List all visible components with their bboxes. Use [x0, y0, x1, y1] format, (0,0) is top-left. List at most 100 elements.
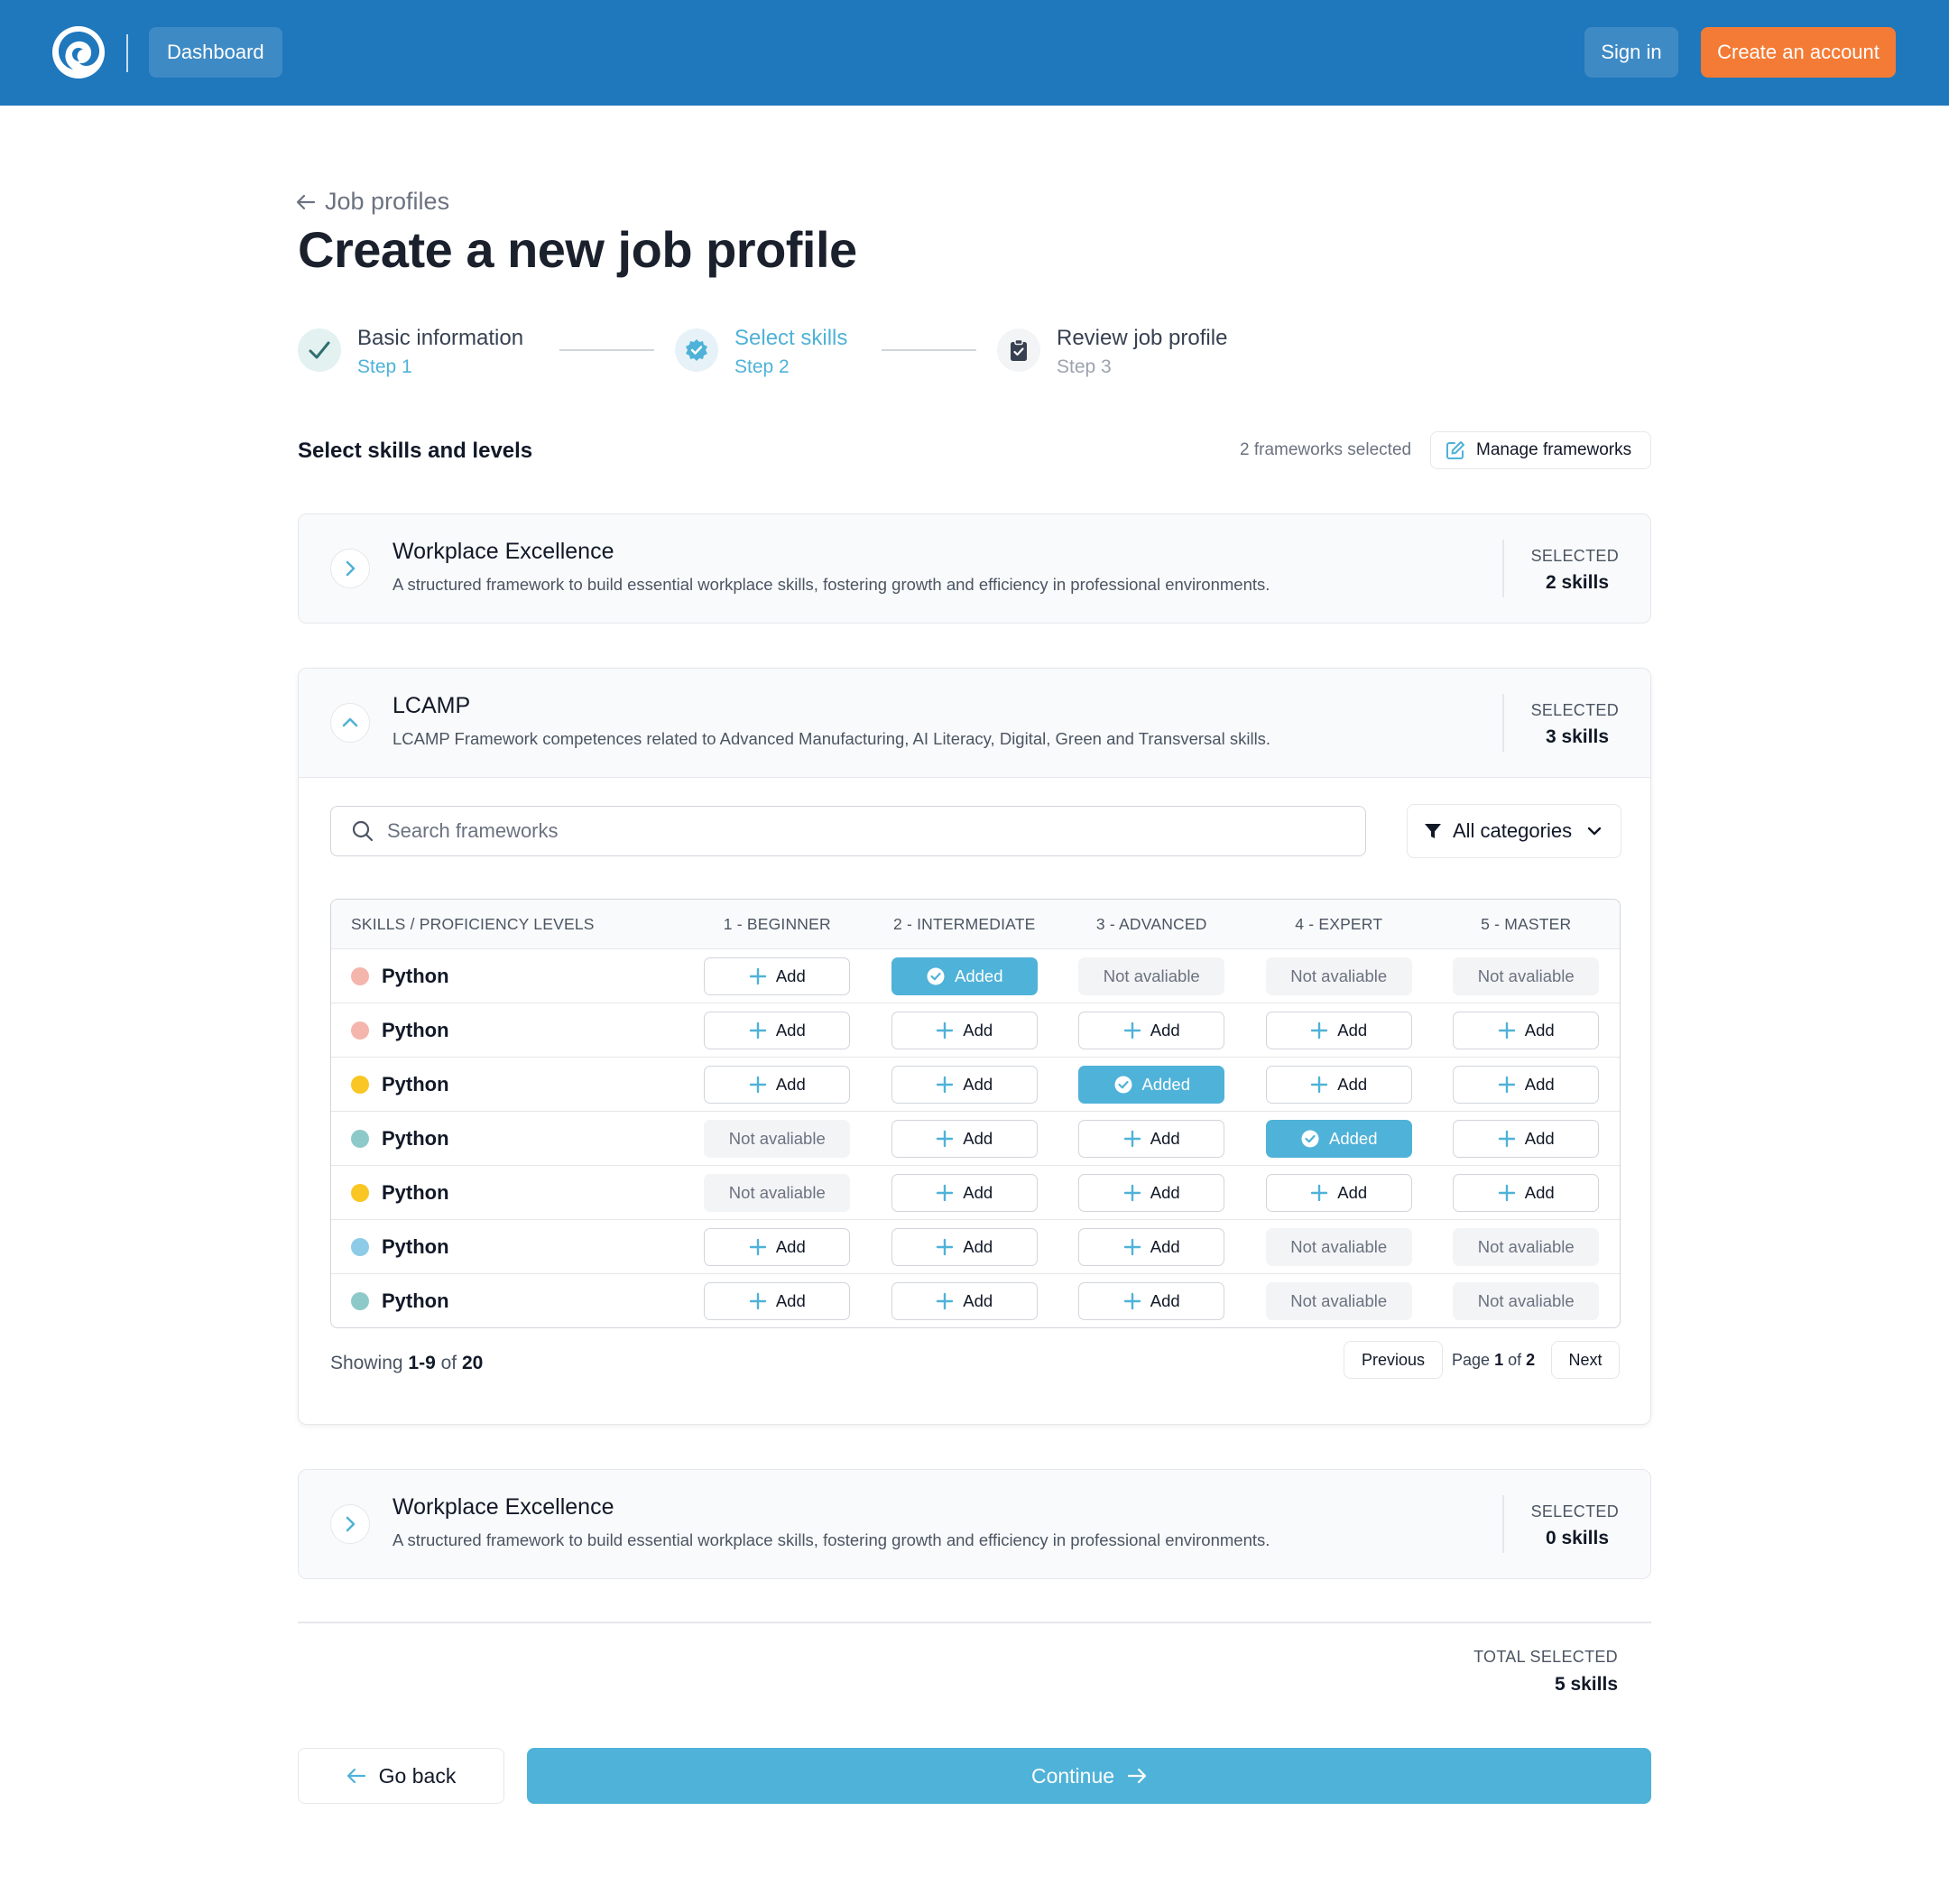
level-cell-beginner: Not avaliable: [684, 1119, 871, 1158]
add-level-button[interactable]: Add: [891, 1119, 1038, 1158]
sign-in-button[interactable]: Sign in: [1584, 27, 1678, 78]
add-level-button[interactable]: Add: [1453, 1011, 1600, 1049]
skill-cell: Python: [331, 1289, 684, 1313]
skill-category-dot: [351, 1291, 369, 1310]
level-button-label: Add: [963, 1290, 993, 1310]
not-available-badge: Not avaliable: [1453, 1281, 1600, 1320]
selected-count: 3 skills: [1545, 726, 1609, 747]
add-level-button[interactable]: Add: [704, 957, 851, 995]
framework-description: A structured framework to build essentia…: [393, 1530, 1270, 1549]
step-basic-information[interactable]: Basic information Step 1: [298, 325, 523, 381]
step-title: Review job profile: [1057, 326, 1228, 350]
skill-name: Python: [382, 1180, 449, 1204]
framework-header[interactable]: Workplace Excellence A structured framew…: [299, 1470, 1650, 1579]
chevron-down-icon: [1587, 827, 1602, 836]
total-selected-label: TOTAL SELECTED: [1473, 1648, 1618, 1666]
level-cell-expert: Add: [1245, 1173, 1432, 1212]
go-back-button[interactable]: Go back: [298, 1748, 504, 1804]
plus-icon: [1123, 1021, 1141, 1040]
create-account-button[interactable]: Create an account: [1701, 27, 1896, 78]
add-level-button[interactable]: Add: [1078, 1173, 1225, 1212]
level-cell-master: Add: [1432, 1065, 1619, 1104]
framework-header[interactable]: LCAMP LCAMP Framework competences relate…: [299, 669, 1650, 778]
not-available-badge: Not avaliable: [1265, 1227, 1412, 1266]
not-available-badge: Not avaliable: [1453, 1227, 1600, 1266]
add-level-button[interactable]: Add: [891, 1065, 1038, 1104]
step-title: Select skills: [734, 326, 848, 350]
level-cell-beginner: Add: [684, 1065, 871, 1104]
chevron-right-icon[interactable]: [330, 549, 370, 588]
level-cell-beginner: Add: [684, 1227, 871, 1266]
search-frameworks-input[interactable]: Search frameworks: [330, 806, 1366, 856]
step-review-job-profile[interactable]: Review job profile Step 3: [997, 325, 1227, 381]
framework-header[interactable]: Workplace Excellence A structured framew…: [299, 514, 1650, 624]
check-circle-icon: [926, 966, 946, 986]
added-level-button[interactable]: Added: [891, 957, 1038, 995]
skill-cell: Python: [331, 965, 684, 988]
search-icon: [352, 820, 374, 842]
step-title: Basic information: [357, 326, 524, 350]
added-level-button[interactable]: Added: [1265, 1119, 1412, 1158]
level-button-label: Add: [1524, 1128, 1555, 1148]
manage-frameworks-button[interactable]: Manage frameworks: [1430, 431, 1651, 469]
next-page-button[interactable]: Next: [1551, 1341, 1620, 1379]
chevron-up-icon[interactable]: [330, 703, 370, 743]
add-level-button[interactable]: Add: [704, 1065, 851, 1104]
step-number: Step 3: [1057, 356, 1112, 377]
plus-icon: [1123, 1184, 1141, 1202]
selected-count: 2 skills: [1545, 572, 1609, 593]
step-number: Step 1: [357, 356, 412, 377]
add-level-button[interactable]: Add: [1453, 1065, 1600, 1104]
add-level-button[interactable]: Add: [891, 1281, 1038, 1320]
level-button-label: Add: [963, 1128, 993, 1148]
arrow-left-icon: [346, 1768, 365, 1784]
level-button-label: Not avaliable: [728, 1182, 826, 1202]
plus-icon: [1498, 1021, 1516, 1040]
section-title: Select skills and levels: [298, 439, 533, 463]
level-cell-advanced: Add: [1058, 1281, 1245, 1320]
step-select-skills[interactable]: Select skills Step 2: [675, 325, 847, 381]
level-button-label: Add: [1524, 1182, 1555, 1202]
add-level-button[interactable]: Add: [1453, 1173, 1600, 1212]
add-level-button[interactable]: Add: [1265, 1173, 1412, 1212]
dashboard-button[interactable]: Dashboard: [149, 27, 282, 78]
add-level-button[interactable]: Add: [891, 1173, 1038, 1212]
add-level-button[interactable]: Add: [891, 1227, 1038, 1266]
level-cell-intermediate: Add: [871, 1065, 1058, 1104]
previous-page-button[interactable]: Previous: [1344, 1341, 1443, 1379]
column-header-intermediate: 2 - INTERMEDIATE: [893, 914, 1036, 933]
divider: [1502, 694, 1504, 752]
column-header-beginner: 1 - BEGINNER: [723, 914, 831, 933]
logo-divider: [126, 34, 128, 72]
skill-name: Python: [382, 964, 449, 987]
chevron-right-icon[interactable]: [330, 1504, 370, 1544]
showing-range: 1-9: [408, 1353, 436, 1373]
add-level-button[interactable]: Add: [704, 1281, 851, 1320]
showing-of: of: [440, 1353, 457, 1373]
framework-description: LCAMP Framework competences related to A…: [393, 729, 1271, 748]
add-level-button[interactable]: Add: [891, 1011, 1038, 1049]
brand-logo-icon[interactable]: [51, 24, 106, 80]
add-level-button[interactable]: Add: [704, 1011, 851, 1049]
add-level-button[interactable]: Add: [1265, 1065, 1412, 1104]
level-button-label: Add: [1150, 1128, 1180, 1148]
level-button-label: Add: [1524, 1074, 1555, 1094]
continue-button[interactable]: Continue: [527, 1748, 1651, 1804]
add-level-button[interactable]: Add: [1078, 1281, 1225, 1320]
category-filter-dropdown[interactable]: All categories: [1407, 804, 1621, 858]
manage-frameworks-label: Manage frameworks: [1476, 440, 1632, 459]
plus-icon: [1310, 1076, 1328, 1094]
skill-cell: Python: [331, 1181, 684, 1205]
add-level-button[interactable]: Add: [1078, 1011, 1225, 1049]
added-level-button[interactable]: Added: [1078, 1065, 1225, 1104]
showing-results-text: Showing 1-9 of 20: [330, 1353, 483, 1374]
add-level-button[interactable]: Add: [1078, 1227, 1225, 1266]
skill-category-dot: [351, 1183, 369, 1202]
add-level-button[interactable]: Add: [1265, 1011, 1412, 1049]
add-level-button[interactable]: Add: [1078, 1119, 1225, 1158]
add-level-button[interactable]: Add: [704, 1227, 851, 1266]
back-to-job-profiles-link[interactable]: Job profiles: [296, 188, 449, 216]
category-filter-label: All categories: [1453, 819, 1573, 842]
add-level-button[interactable]: Add: [1453, 1119, 1600, 1158]
skill-cell: Python: [331, 1019, 684, 1042]
